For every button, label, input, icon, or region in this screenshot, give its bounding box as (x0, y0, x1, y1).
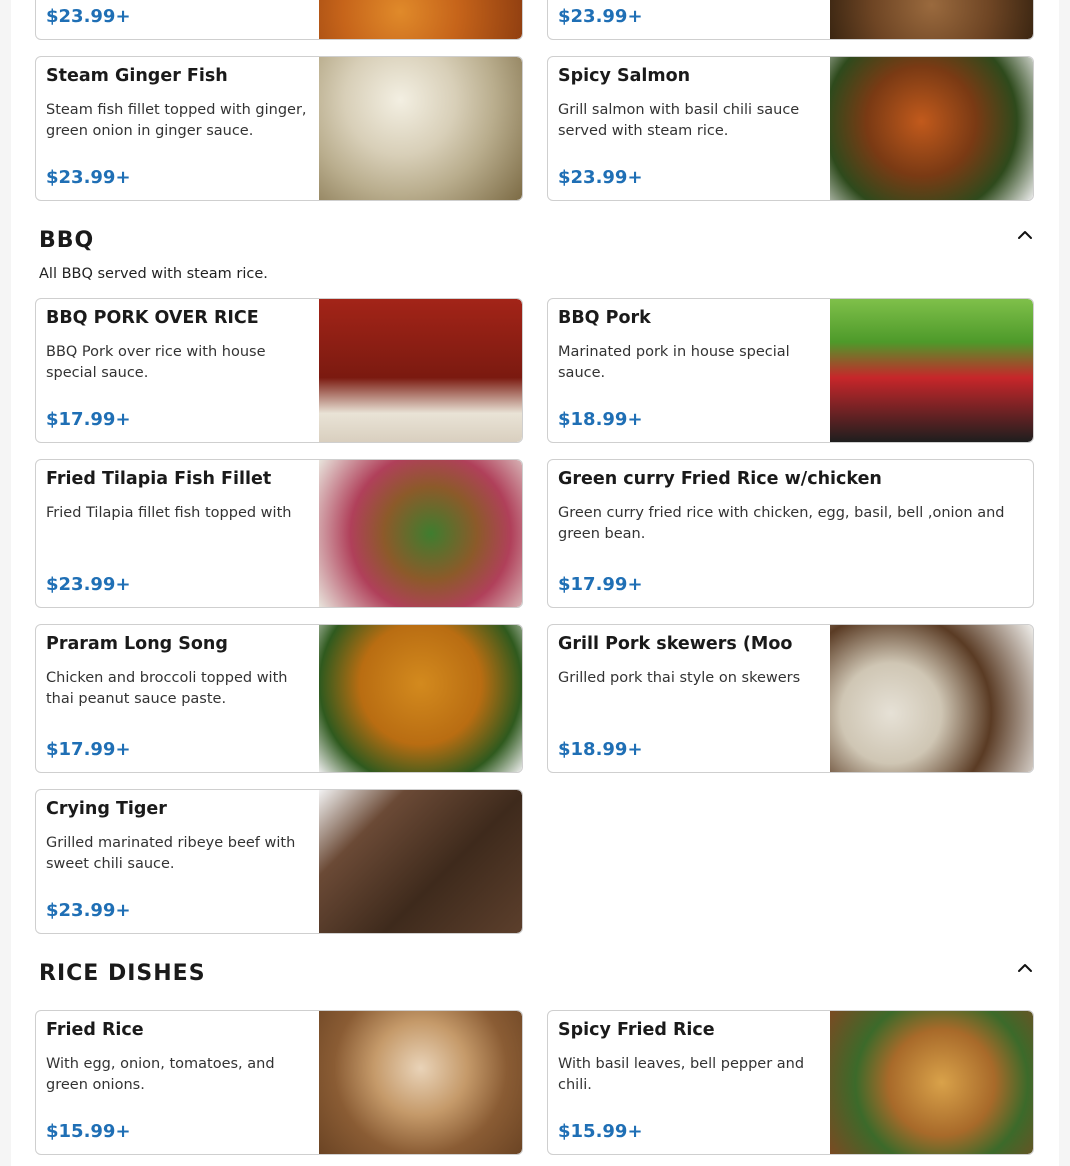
menu-item-card[interactable]: $23.99+ (547, 0, 1034, 40)
item-price: $23.99+ (558, 6, 643, 27)
item-description: Grilled pork thai style on skewers serve… (558, 670, 801, 686)
item-description: Fried Tilapia fillet fish topped with sp… (46, 505, 292, 521)
food-photo (830, 299, 1033, 442)
menu-page: $23.99+ $23.99+ Steam Ginger Fish Steam … (11, 0, 1059, 1166)
section-title-rice-dishes: RICE DISHES (39, 961, 206, 986)
item-name: Crying Tiger (46, 799, 167, 819)
food-photo (319, 299, 522, 442)
item-price: $17.99+ (46, 739, 131, 760)
item-description: Grilled marinated ribeye beef with sweet… (46, 835, 296, 872)
item-price: $17.99+ (46, 409, 131, 430)
food-photo (830, 57, 1033, 200)
item-description: Green curry fried rice with chicken, egg… (558, 505, 1005, 542)
food-photo (319, 0, 522, 39)
food-photo (319, 625, 522, 772)
food-photo (319, 1011, 522, 1154)
item-price: $15.99+ (558, 1121, 643, 1142)
item-name: Praram Long Song (46, 634, 228, 654)
chevron-up-icon[interactable] (1012, 222, 1038, 248)
food-photo (319, 790, 522, 933)
item-description: Chicken and broccoli topped with thai pe… (46, 670, 288, 707)
menu-item-card[interactable]: BBQ Pork Marinated pork in house special… (547, 298, 1034, 443)
item-description: Marinated pork in house special sauce. (558, 344, 790, 381)
item-price: $15.99+ (46, 1121, 131, 1142)
food-photo (830, 0, 1033, 39)
item-price: $23.99+ (46, 167, 131, 188)
item-name: Steam Ginger Fish (46, 66, 228, 86)
chevron-up-icon[interactable] (1012, 955, 1038, 981)
menu-item-card[interactable]: $23.99+ (35, 0, 523, 40)
item-name: BBQ PORK OVER RICE (46, 308, 259, 328)
item-name: BBQ Pork (558, 308, 651, 328)
item-price: $18.99+ (558, 739, 643, 760)
item-price: $23.99+ (46, 900, 131, 921)
item-name: Fried Tilapia Fish Fillet larb salad (46, 469, 272, 489)
menu-item-card[interactable]: Spicy Fried Rice With basil leaves, bell… (547, 1010, 1034, 1155)
item-description: BBQ Pork over rice with house special sa… (46, 344, 266, 381)
section-subtitle-bbq: All BBQ served with steam rice. (39, 266, 268, 282)
item-price: $23.99+ (46, 6, 131, 27)
menu-item-card[interactable]: Fried Rice With egg, onion, tomatoes, an… (35, 1010, 523, 1155)
menu-item-card[interactable]: BBQ PORK OVER RICE BBQ Pork over rice wi… (35, 298, 523, 443)
item-name: Fried Rice (46, 1020, 144, 1040)
menu-item-card[interactable]: Praram Long Song Chicken and broccoli to… (35, 624, 523, 773)
menu-item-card[interactable]: Green curry Fried Rice w/chicken Green c… (547, 459, 1034, 608)
menu-item-card[interactable]: Fried Tilapia Fish Fillet larb salad Fri… (35, 459, 523, 608)
menu-item-card[interactable]: Grill Pork skewers (Moo Ping) Grilled po… (547, 624, 1034, 773)
item-description: Steam fish fillet topped with ginger, gr… (46, 102, 307, 139)
item-price: $23.99+ (46, 574, 131, 595)
menu-item-card[interactable]: Crying Tiger Grilled marinated ribeye be… (35, 789, 523, 934)
food-photo (319, 57, 522, 200)
item-name: Spicy Fried Rice (558, 1020, 715, 1040)
food-photo (830, 1011, 1033, 1154)
menu-item-card[interactable]: Steam Ginger Fish Steam fish fillet topp… (35, 56, 523, 201)
food-photo (319, 460, 522, 607)
food-photo (830, 625, 1033, 772)
section-title-bbq: BBQ (39, 228, 95, 253)
item-name: Grill Pork skewers (Moo Ping) (558, 634, 793, 654)
menu-item-card[interactable]: Spicy Salmon Grill salmon with basil chi… (547, 56, 1034, 201)
item-price: $18.99+ (558, 409, 643, 430)
item-name: Spicy Salmon (558, 66, 691, 86)
item-description: Grill salmon with basil chili sauce serv… (558, 102, 800, 139)
item-description: With basil leaves, bell pepper and chili… (558, 1056, 805, 1093)
item-description: With egg, onion, tomatoes, and green oni… (46, 1056, 275, 1093)
item-price: $23.99+ (558, 167, 643, 188)
item-price: $17.99+ (558, 574, 643, 595)
item-name: Green curry Fried Rice w/chicken (558, 469, 882, 489)
